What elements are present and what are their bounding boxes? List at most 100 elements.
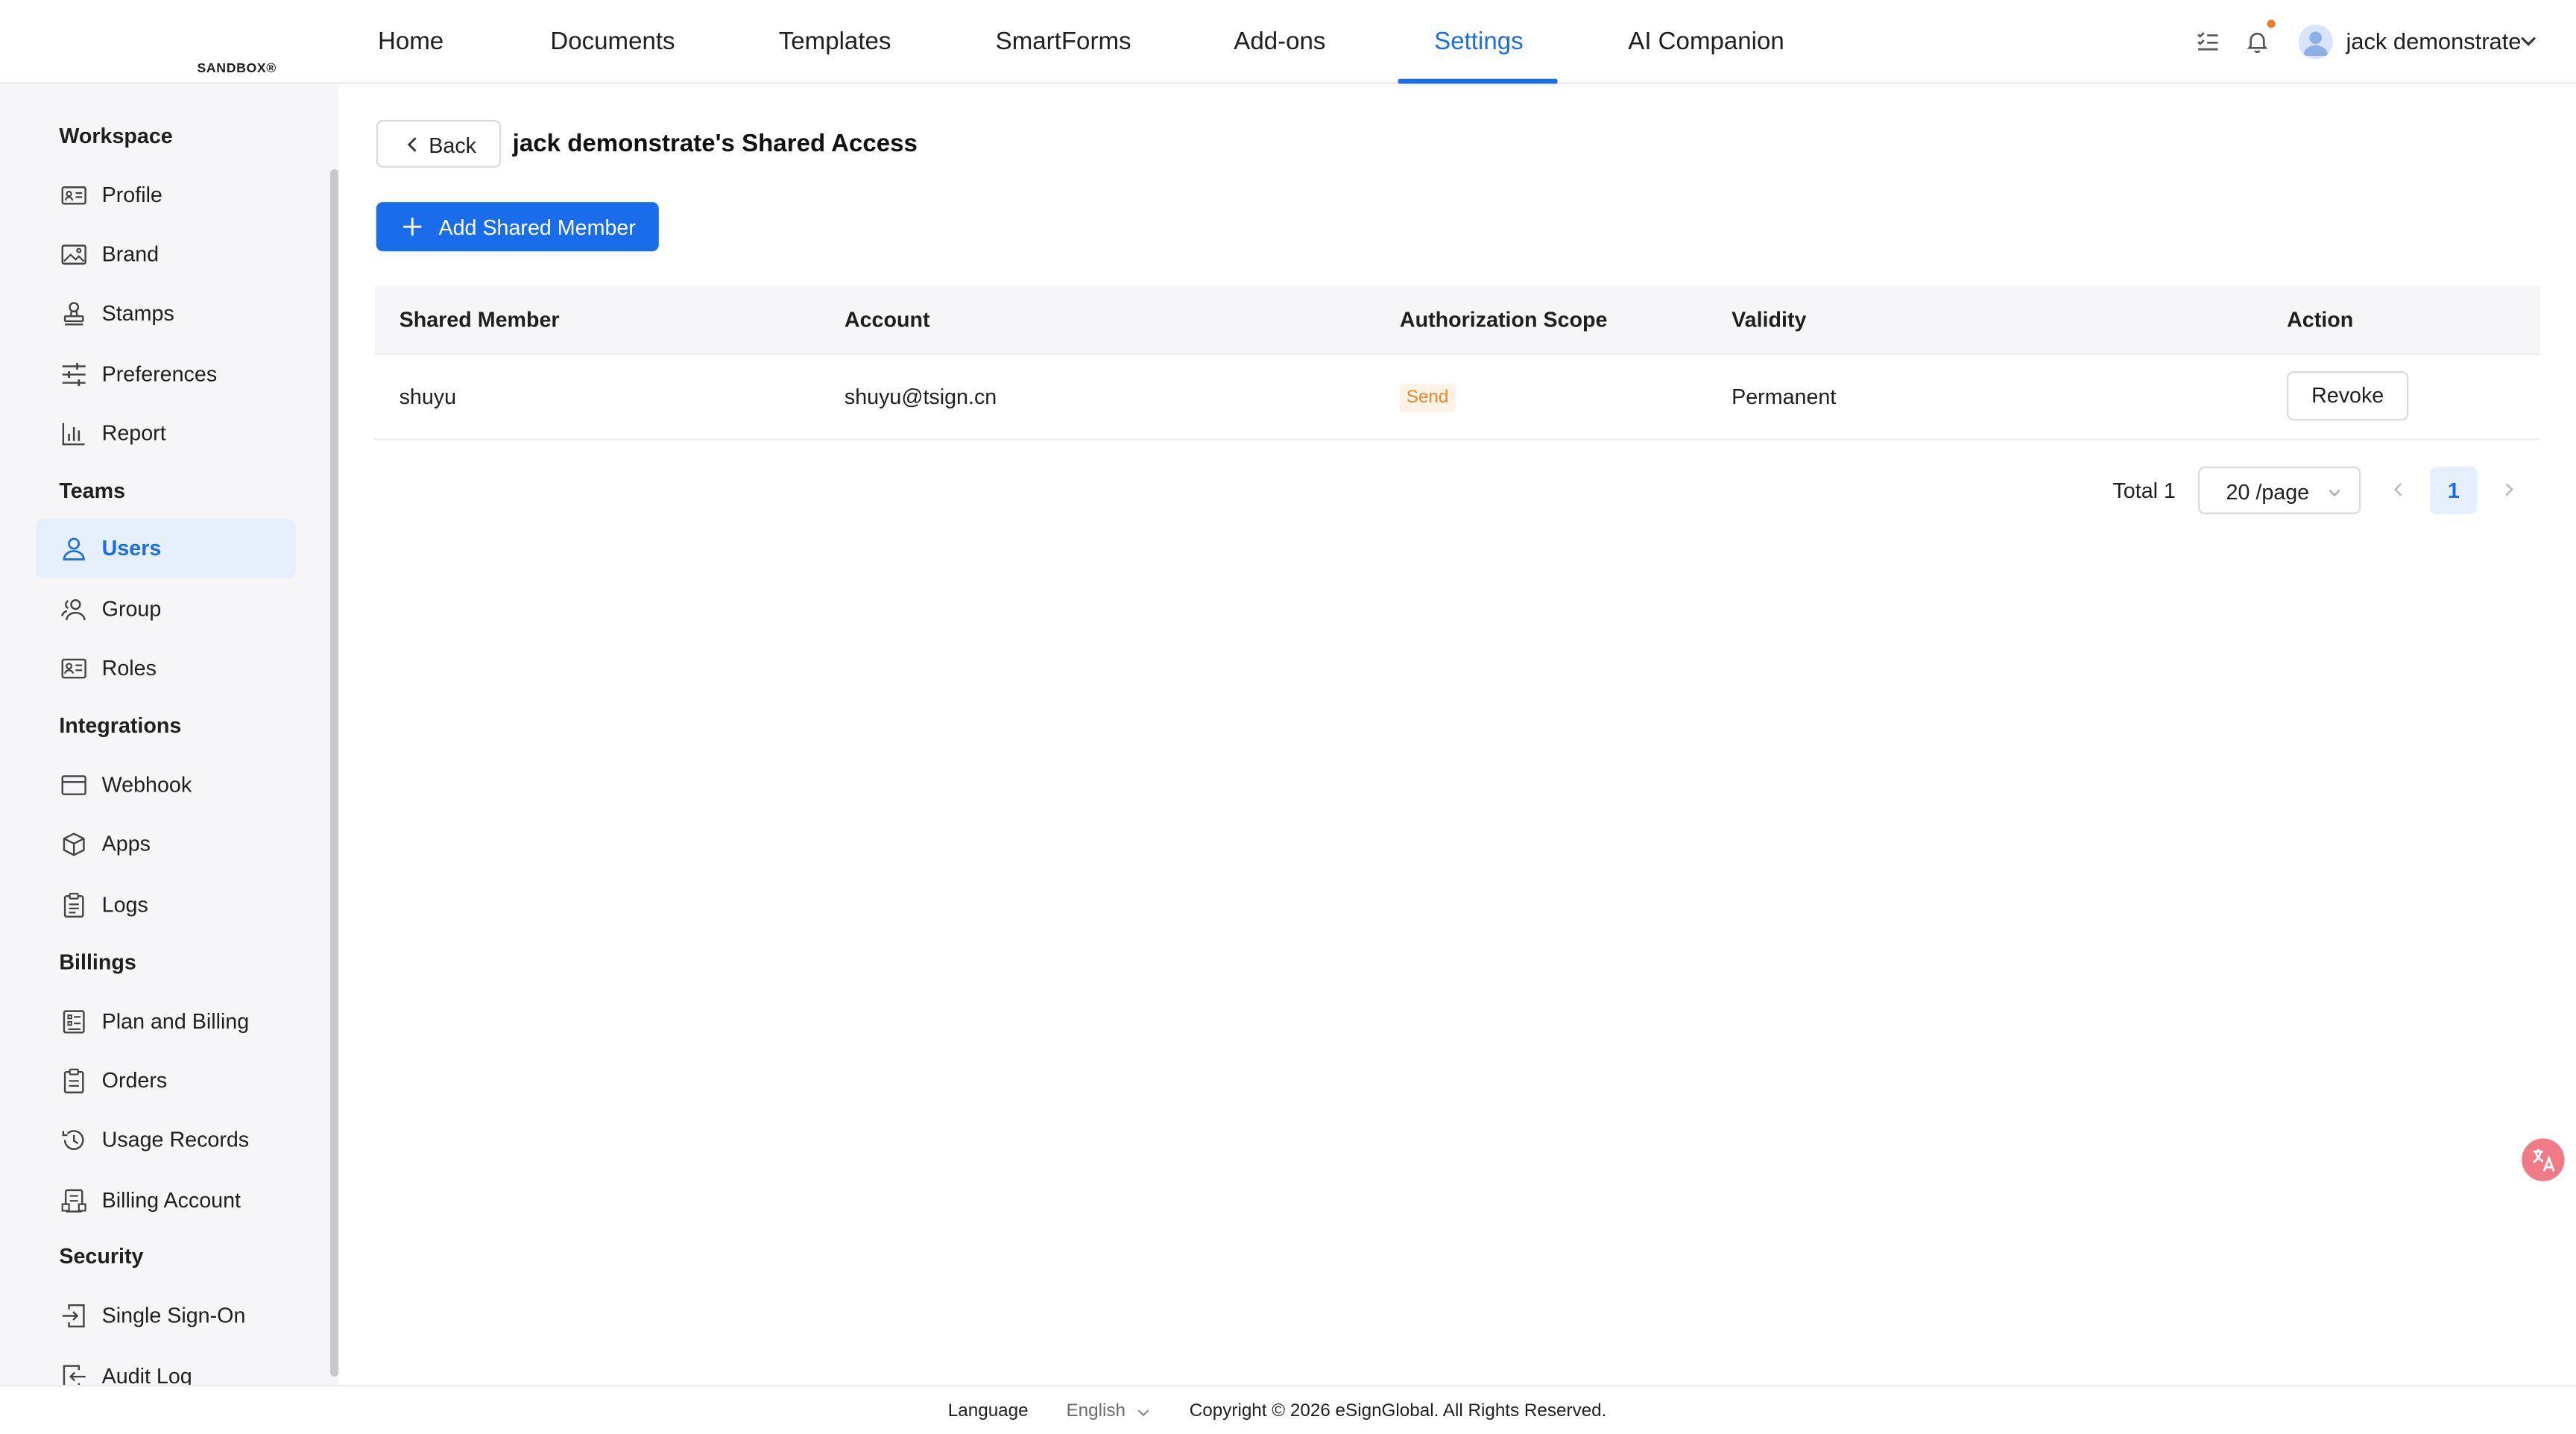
tab-home[interactable]: Home <box>378 0 443 83</box>
browser-window-icon <box>61 775 86 795</box>
sidebar-item-label: Group <box>101 596 162 622</box>
clipboard-list-icon <box>63 892 84 918</box>
table-row: shuyu shuyu@tsign.cn Send Permanent Revo… <box>374 355 2540 440</box>
column-header-shared-member: Shared Member <box>399 307 560 332</box>
sidebar-item-single-sign-on[interactable]: Single Sign-On <box>36 1286 295 1345</box>
next-page-icon[interactable] <box>2498 480 2518 499</box>
sidebar-item-webhook[interactable]: Webhook <box>36 756 295 815</box>
back-button[interactable]: Back <box>376 119 502 168</box>
add-shared-member-button[interactable]: Add Shared Member <box>376 202 659 252</box>
page-title: jack demonstrate's Shared Access <box>512 130 918 158</box>
tab-ai-companion[interactable]: AI Companion <box>1628 0 1784 83</box>
sidebar-item-brand[interactable]: Brand <box>36 225 295 284</box>
image-icon <box>61 244 86 265</box>
pagination-total: Total 1 <box>2112 478 2176 503</box>
sidebar-item-apps[interactable]: Apps <box>36 815 295 874</box>
sidebar-item-label: Usage Records <box>101 1127 250 1152</box>
sidebar-item-label: Roles <box>101 655 157 680</box>
notification-dot <box>2267 19 2276 28</box>
sign-out-icon <box>63 1365 86 1386</box>
column-header-authorization-scope: Authorization Scope <box>1399 307 1608 332</box>
sidebar-item-label: Logs <box>101 891 148 917</box>
sidebar-item-label: Report <box>101 420 166 446</box>
plan-list-icon <box>63 1010 85 1034</box>
sidebar-item-label: Orders <box>101 1067 168 1093</box>
sidebar-item-billing-account[interactable]: Billing Account <box>36 1172 295 1231</box>
sidebar-item-usage-records[interactable]: Usage Records <box>36 1111 295 1169</box>
chevron-down-icon[interactable] <box>2519 31 2538 51</box>
sidebar-item-label: Users <box>101 535 162 560</box>
tab-documents[interactable]: Documents <box>550 0 675 83</box>
bell-icon[interactable] <box>2244 28 2270 54</box>
sidebar-item-profile[interactable]: Profile <box>36 166 295 225</box>
tab-settings[interactable]: Settings <box>1434 0 1523 83</box>
billing-account-icon <box>61 1189 86 1213</box>
page-number-current[interactable]: 1 <box>2429 466 2478 514</box>
sidebar-scrollbar[interactable] <box>330 169 339 1377</box>
sidebar-item-report[interactable]: Report <box>36 404 295 463</box>
sidebar-section-security: Security <box>59 1243 144 1269</box>
language-label: Language <box>947 1401 1029 1421</box>
sidebar-item-audit-log[interactable]: Audit Log <box>36 1347 295 1386</box>
sidebar-item-plan-and-billing[interactable]: Plan and Billing <box>36 992 295 1051</box>
table-header: Shared Member Account Authorization Scop… <box>374 285 2540 356</box>
active-tab-indicator <box>1398 78 1558 84</box>
sliders-icon <box>62 363 86 386</box>
sidebar-item-label: Apps <box>101 831 151 856</box>
sidebar-item-users[interactable]: Users <box>36 519 296 578</box>
sidebar-item-preferences[interactable]: Preferences <box>36 345 295 404</box>
sidebar-item-group[interactable]: Group <box>36 580 295 639</box>
chevron-down-icon <box>2329 490 2340 497</box>
chevron-down-icon[interactable] <box>1137 1406 1150 1420</box>
revoke-button[interactable]: Revoke <box>2287 371 2409 421</box>
bar-chart-icon <box>62 423 85 446</box>
translate-button[interactable] <box>2522 1138 2565 1181</box>
page-size-select[interactable]: 20 /page <box>2198 466 2361 514</box>
back-button-label: Back <box>429 133 476 158</box>
sidebar-item-roles[interactable]: Roles <box>36 639 295 698</box>
tab-templates[interactable]: Templates <box>779 0 891 83</box>
top-navigation-bar: SANDBOX® Home Documents Templates SmartF… <box>0 0 2576 84</box>
page-footer: Language English Copyright © 2026 eSignG… <box>0 1385 2576 1434</box>
account-cell: shuyu@tsign.cn <box>844 384 997 409</box>
sidebar-item-label: Brand <box>101 241 160 267</box>
cube-icon <box>63 833 85 856</box>
copyright-text: Copyright © 2026 eSignGlobal. All Rights… <box>1189 1401 1607 1421</box>
page-size-value: 20 /page <box>2226 479 2310 505</box>
user-name[interactable]: jack demonstrate <box>2346 28 2521 54</box>
sidebar-item-label: Profile <box>101 182 162 207</box>
sidebar-section-workspace: Workspace <box>59 123 173 148</box>
authorization-scope-tag: Send <box>1399 384 1456 413</box>
column-header-account: Account <box>844 307 930 332</box>
id-card-icon <box>61 186 86 205</box>
sidebar-item-label: Preferences <box>101 361 218 386</box>
tab-add-ons[interactable]: Add-ons <box>1234 0 1325 83</box>
chevron-left-icon <box>407 137 417 152</box>
shared-access-table: Shared Member Account Authorization Scop… <box>374 285 2540 440</box>
role-card-icon <box>61 658 86 679</box>
sidebar-item-logs[interactable]: Logs <box>36 876 295 935</box>
sidebar-item-label: Webhook <box>101 771 192 797</box>
user-avatar-icon <box>2303 31 2329 56</box>
sidebar-item-label: Single Sign-On <box>101 1302 246 1327</box>
user-icon <box>63 537 85 560</box>
sidebar-item-stamps[interactable]: Stamps <box>36 284 295 343</box>
column-header-validity: Validity <box>1731 307 1807 332</box>
sidebar-item-label: Billing Account <box>101 1187 242 1213</box>
translate-icon <box>2533 1149 2555 1172</box>
tab-smartforms[interactable]: SmartForms <box>996 0 1131 83</box>
sandbox-logo-label: SANDBOX® <box>197 60 277 76</box>
sidebar-item-label: Plan and Billing <box>101 1008 250 1034</box>
plus-icon <box>403 218 422 236</box>
add-shared-member-label: Add Shared Member <box>438 215 636 240</box>
task-list-icon[interactable] <box>2195 28 2221 54</box>
sidebar-section-billings: Billings <box>59 949 136 975</box>
sidebar-section-integrations: Integrations <box>59 713 182 738</box>
previous-page-icon[interactable] <box>2389 480 2408 499</box>
avatar[interactable] <box>2298 25 2333 60</box>
sidebar-section-teams: Teams <box>59 478 126 503</box>
clipboard-icon <box>63 1068 84 1093</box>
sidebar-item-orders[interactable]: Orders <box>36 1052 295 1111</box>
app-root: SANDBOX® Home Documents Templates SmartF… <box>0 0 2576 1434</box>
language-select[interactable]: English <box>1066 1401 1126 1421</box>
